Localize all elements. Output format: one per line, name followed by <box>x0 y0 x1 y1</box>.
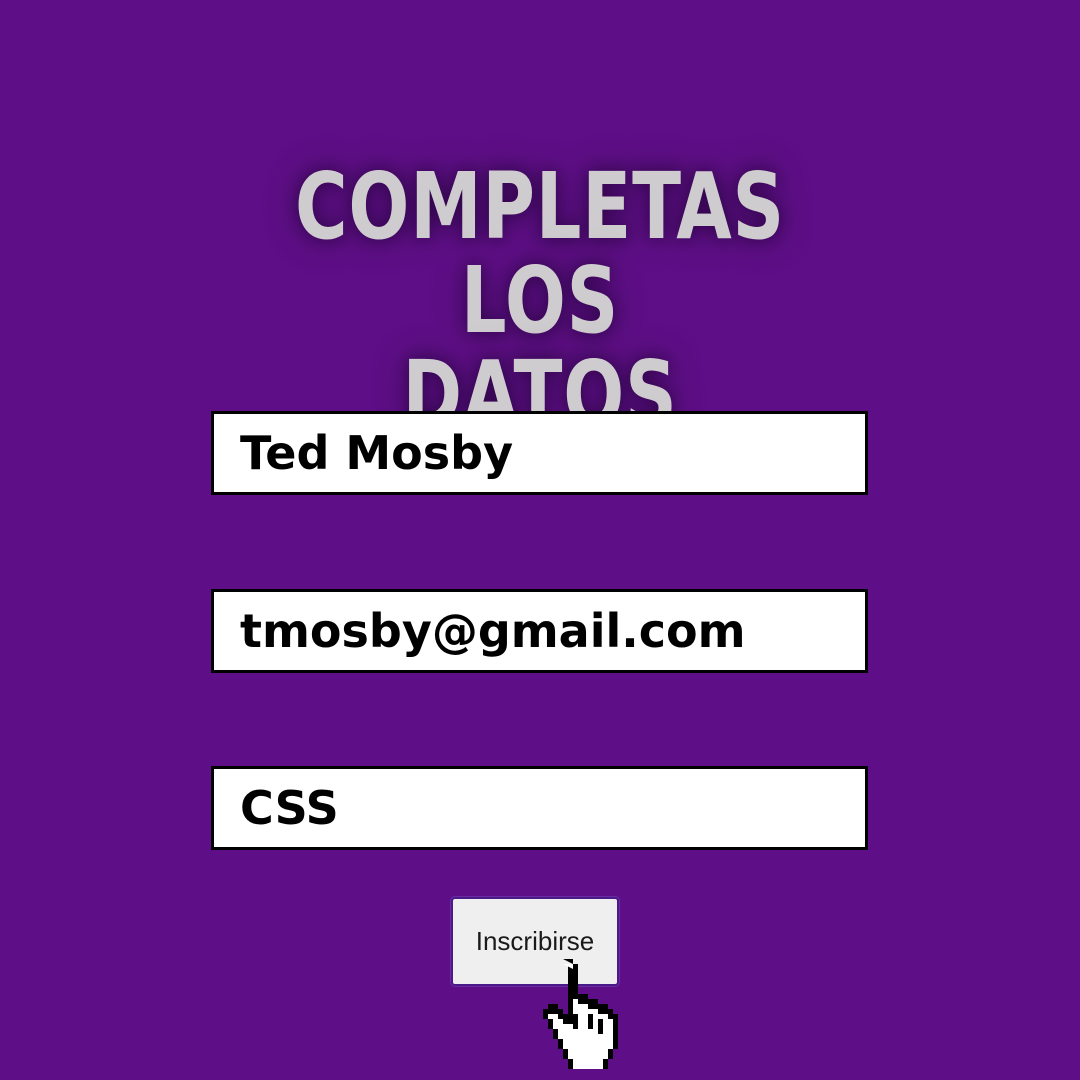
name-field-box <box>211 411 868 495</box>
page-title-line-1: COMPLETAS LOS <box>294 152 786 354</box>
course-field-box <box>211 766 868 850</box>
page-title: COMPLETAS LOS DATOS <box>228 152 852 442</box>
signup-page: COMPLETAS LOS DATOS Inscribirse <box>0 0 1080 1080</box>
name-input[interactable] <box>214 414 865 492</box>
email-input[interactable] <box>214 592 865 670</box>
email-field-box <box>211 589 868 673</box>
hand-pointer-icon <box>543 959 618 1069</box>
course-input[interactable] <box>214 769 865 847</box>
